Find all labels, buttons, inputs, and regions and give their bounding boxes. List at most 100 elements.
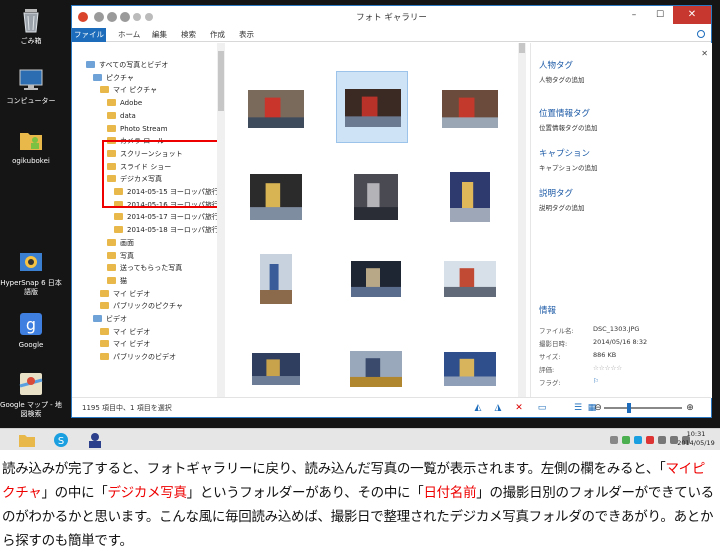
zoom-in-icon[interactable]: ⊕	[684, 402, 696, 414]
tab-create[interactable]: 作成	[204, 28, 231, 42]
zoom-slider-knob[interactable]	[627, 403, 631, 413]
desktop: ごみ箱 コンピューター ogikubokei HyperSnap 6 日本語版 …	[0, 0, 720, 428]
folder-icon	[114, 213, 123, 221]
info-section-heading: 位置情報タグ	[539, 109, 591, 119]
tree-item-label: 画面	[120, 238, 134, 247]
photo-image	[351, 261, 401, 297]
tree-item[interactable]: パブリックのピクチャ	[100, 300, 183, 312]
gallery-scrollbar-thumb[interactable]	[519, 43, 525, 53]
taskbar: S 10:31 2014/05/19	[0, 428, 720, 450]
tab-home[interactable]: ホーム	[112, 28, 146, 42]
zoom-slider-track[interactable]	[604, 407, 682, 409]
maximize-button[interactable]: ☐	[647, 6, 673, 24]
gallery-scrollbar[interactable]	[518, 43, 526, 398]
tree-item[interactable]: マイ ピクチャ	[100, 84, 157, 96]
tree-item[interactable]: Photo Stream	[107, 123, 168, 135]
caption-highlight-digicam: デジカメ写真	[107, 485, 187, 501]
info-detail-value[interactable]: ☆☆☆☆☆	[593, 364, 622, 372]
close-button[interactable]: ✕	[673, 6, 711, 24]
photo-thumbnail[interactable]	[240, 243, 312, 315]
desktop-icon-user-folder[interactable]: ogikubokei	[0, 126, 62, 166]
screenshot-root: ごみ箱 コンピューター ogikubokei HyperSnap 6 日本語版 …	[0, 0, 720, 555]
photo-thumbnail[interactable]	[434, 73, 506, 145]
photo-thumbnail[interactable]	[434, 161, 506, 233]
tree-item[interactable]: data	[107, 110, 136, 122]
tree-item[interactable]: 送ってもらった写真	[107, 262, 182, 274]
desktop-icon-google[interactable]: g Google	[0, 310, 62, 350]
tree-scrollbar[interactable]	[217, 43, 225, 398]
folder-icon	[100, 340, 109, 348]
tree-item[interactable]: パブリックのビデオ	[100, 351, 176, 363]
photo-thumbnail[interactable]	[336, 71, 408, 143]
photo-thumbnail[interactable]	[340, 333, 412, 405]
tree-item[interactable]: マイ ビデオ	[100, 338, 150, 350]
explorer-taskbar-icon[interactable]	[16, 431, 38, 449]
delete-icon[interactable]: ✕	[513, 402, 525, 414]
info-detail-value[interactable]: ⚐	[593, 377, 599, 385]
info-section-heading: 人物タグ	[539, 61, 574, 71]
tree-item-label: マイ ビデオ	[113, 327, 151, 336]
tree-item[interactable]: ピクチャ	[93, 72, 134, 84]
tree-item[interactable]: 2014-05-18 ヨーロッパ旅行	[114, 224, 219, 236]
folder-icon	[93, 73, 102, 81]
info-add-tag-link[interactable]: 人物タグの追加	[539, 74, 585, 84]
photo-image	[260, 254, 292, 304]
title-bar: フォト ギャラリー – ☐ ✕	[72, 6, 711, 28]
help-icon[interactable]	[697, 30, 705, 38]
tray-security-icon[interactable]	[622, 436, 630, 444]
zoom-out-icon[interactable]: ⊖	[592, 402, 604, 414]
tree-scrollbar-thumb[interactable]	[218, 51, 224, 111]
taskbar-clock[interactable]: 10:31 2014/05/19	[674, 430, 718, 448]
minimize-button[interactable]: –	[621, 6, 647, 24]
info-detail-value: DSC_1303.JPG	[593, 325, 640, 333]
user-taskbar-icon[interactable]	[84, 431, 106, 449]
photo-thumbnail[interactable]	[240, 161, 312, 233]
tree-item[interactable]: 写真	[107, 250, 134, 262]
photo-thumbnail[interactable]	[240, 73, 312, 145]
tab-search[interactable]: 検索	[175, 28, 202, 42]
tab-edit[interactable]: 編集	[146, 28, 173, 42]
info-add-tag-link[interactable]: キャプションの追加	[539, 162, 598, 172]
photo-thumbnail[interactable]	[340, 161, 412, 233]
photo-thumbnail[interactable]	[340, 243, 412, 315]
tree-item[interactable]: すべての写真とビデオ	[86, 59, 168, 71]
tray-skype-icon[interactable]	[634, 436, 642, 444]
photo-image	[345, 89, 401, 127]
photo-thumbnail[interactable]	[434, 243, 506, 315]
slideshow-icon[interactable]: ▭	[536, 402, 548, 414]
tab-view[interactable]: 表示	[233, 28, 260, 42]
desktop-icon-computer[interactable]: コンピューター	[0, 66, 62, 106]
rotate-left-icon[interactable]: ◭	[472, 402, 484, 414]
tray-arrow-icon[interactable]	[610, 436, 618, 444]
rotate-right-icon[interactable]: ◮	[492, 402, 504, 414]
tray-network-icon[interactable]	[658, 436, 666, 444]
photo-thumbnail[interactable]	[240, 333, 312, 405]
info-add-tag-link[interactable]: 位置情報タグの追加	[539, 122, 598, 132]
computer-icon	[17, 66, 45, 94]
tree-item[interactable]: Adobe	[107, 97, 142, 109]
folder-icon	[107, 111, 116, 119]
article-caption: 読み込みが完了すると、フォトギャラリーに戻り、読み込んだ写真の一覧が表示されます…	[2, 457, 718, 553]
tray-flag-icon[interactable]	[646, 436, 654, 444]
info-add-tag-link[interactable]: 説明タグの追加	[539, 202, 585, 212]
tab-file[interactable]: ファイル	[72, 28, 106, 42]
caption-highlight-date-name: 日付名前	[423, 485, 477, 501]
desktop-icon-google-maps[interactable]: Google マップ - 地図検索	[0, 370, 62, 419]
tree-item[interactable]: マイ ビデオ	[100, 326, 150, 338]
details-view-icon[interactable]: ☰	[572, 402, 584, 414]
tree-item[interactable]: マイ ビデオ	[100, 288, 150, 300]
info-pane-close-icon[interactable]: ✕	[701, 49, 708, 58]
desktop-icon-hypersnap[interactable]: HyperSnap 6 日本語版	[0, 248, 62, 297]
tree-item[interactable]: 2014-05-17 ヨーロッパ旅行	[114, 211, 219, 223]
tree-item-label: パブリックのピクチャ	[113, 302, 183, 311]
google-icon: g	[17, 310, 45, 338]
tree-item[interactable]: ビデオ	[93, 313, 127, 325]
tree-item[interactable]: 画面	[107, 237, 134, 249]
folder-icon	[100, 353, 109, 361]
folder-icon	[100, 86, 109, 94]
photo-thumbnail[interactable]	[434, 333, 506, 405]
skype-taskbar-icon[interactable]: S	[50, 431, 72, 449]
tree-item[interactable]: 猫	[107, 275, 127, 287]
caption-text-2: 」の中に「	[41, 485, 108, 501]
desktop-icon-recycle-bin[interactable]: ごみ箱	[0, 6, 62, 46]
